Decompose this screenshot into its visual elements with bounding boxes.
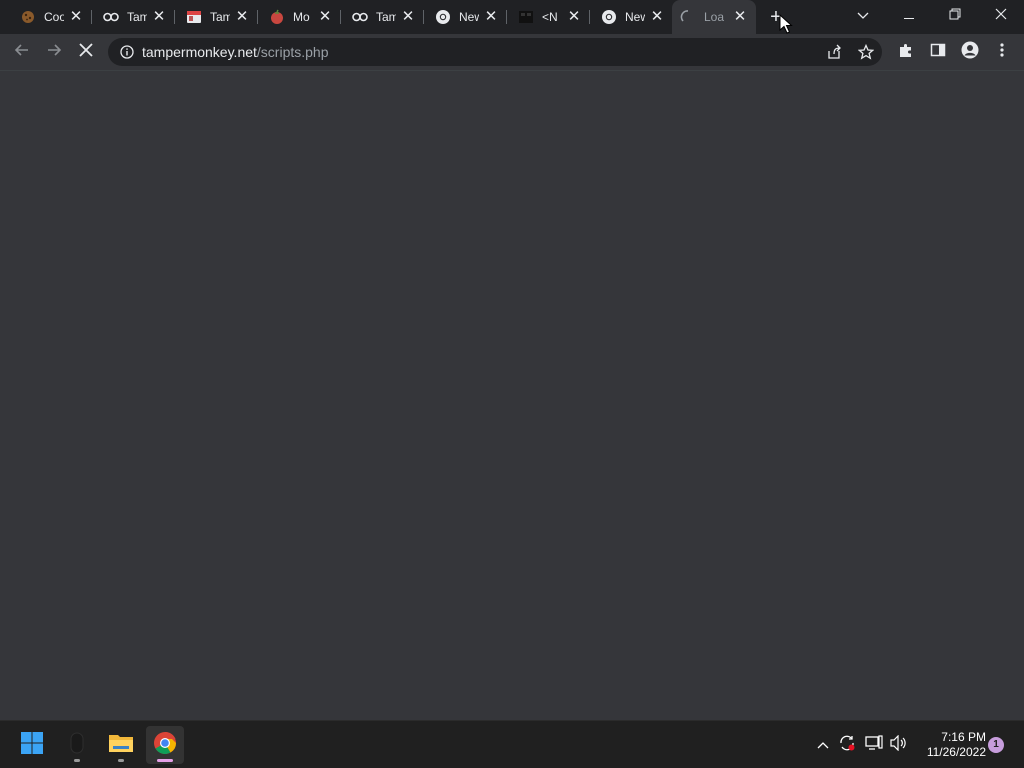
taskbar-app-file-explorer[interactable] <box>102 726 140 764</box>
tab-title: New <box>459 10 479 24</box>
page-content <box>0 71 1024 720</box>
restore-button[interactable] <box>932 0 978 30</box>
active-indicator <box>157 759 173 762</box>
chevron-down-icon <box>857 7 869 23</box>
tab-title: New <box>625 10 645 24</box>
tab-close-button[interactable]: ✕ <box>733 9 747 24</box>
tray-overflow-button[interactable] <box>814 736 832 754</box>
mouse-cursor-icon <box>779 13 793 34</box>
tab-title: Mo <box>293 10 310 24</box>
profile-button[interactable] <box>956 38 984 66</box>
tampermonkey-store-icon <box>186 9 202 25</box>
windows-taskbar: 7:16 PM 11/26/2022 <box>0 720 1024 768</box>
mouse-app-icon <box>69 732 85 759</box>
tab-close-button[interactable]: ✕ <box>484 9 498 24</box>
tab-search-button[interactable] <box>840 0 886 30</box>
tab-title: Tam <box>376 10 396 24</box>
loading-spinner-icon <box>680 9 696 25</box>
volume-icon <box>890 734 908 756</box>
tab-3[interactable]: Tam ✕ <box>166 0 249 34</box>
tab-5[interactable]: Tam ✕ <box>332 0 415 34</box>
kebab-menu-icon <box>1000 42 1004 63</box>
star-icon[interactable] <box>856 42 876 62</box>
back-button[interactable] <box>8 38 36 66</box>
tab-8[interactable]: New ✕ <box>581 0 664 34</box>
tab-2[interactable]: Tam ✕ <box>83 0 166 34</box>
extensions-button[interactable] <box>892 38 920 66</box>
tab-7[interactable]: <N ✕ <box>498 0 581 34</box>
tab-title: Load <box>704 10 724 24</box>
tab-close-button[interactable]: ✕ <box>401 9 415 24</box>
url-host: tampermonkey.net <box>142 44 257 60</box>
dark-square-icon <box>518 9 534 25</box>
tab-close-button[interactable]: ✕ <box>318 9 332 24</box>
share-icon[interactable] <box>824 42 844 62</box>
stop-loading-icon <box>79 42 93 62</box>
url-path: /scripts.php <box>256 44 329 60</box>
tab-close-button[interactable]: ✕ <box>650 9 664 24</box>
tab-strip: Coo ✕ Tam ✕ Tam ✕ Mo ✕ Tam ✕ New ✕ <N ✕ … <box>0 0 1024 34</box>
start-button[interactable] <box>13 726 51 764</box>
tab-close-button[interactable]: ✕ <box>69 9 83 24</box>
tab-title: Tam <box>210 10 230 24</box>
tomato-icon <box>269 9 285 25</box>
browser-toolbar: tampermonkey.net/scripts.php <box>0 34 1024 71</box>
tray-sync-button[interactable] <box>838 734 856 757</box>
sync-icon <box>838 734 856 757</box>
tray-network-button[interactable] <box>865 734 883 756</box>
tab-1[interactable]: Coo ✕ <box>0 0 83 34</box>
minimize-button[interactable] <box>886 0 932 30</box>
clock-date: 11/26/2022 <box>926 745 986 759</box>
tab-close-button[interactable]: ✕ <box>235 9 249 24</box>
tray-volume-button[interactable] <box>890 734 908 756</box>
tab-title: Coo <box>44 10 64 24</box>
profile-icon <box>961 41 979 64</box>
tab-9-active[interactable]: Load ✕ <box>672 0 756 34</box>
taskbar-app-chrome[interactable] <box>146 726 184 764</box>
tab-close-button[interactable]: ✕ <box>567 9 581 24</box>
forward-button[interactable] <box>40 38 68 66</box>
tampermonkey-icon <box>352 9 368 25</box>
restore-icon <box>949 7 961 23</box>
windows-start-icon <box>20 731 44 760</box>
taskbar-clock[interactable]: 7:16 PM 11/26/2022 <box>916 730 986 760</box>
tampermonkey-icon <box>103 9 119 25</box>
side-panel-icon <box>930 42 946 63</box>
window-close-button[interactable] <box>978 0 1024 30</box>
minimize-icon <box>903 7 915 23</box>
chrome-icon <box>601 9 617 25</box>
tab-6[interactable]: New ✕ <box>415 0 498 34</box>
tab-close-button[interactable]: ✕ <box>152 9 166 24</box>
close-icon <box>995 7 1007 23</box>
running-indicator <box>118 759 124 762</box>
back-arrow-icon <box>14 42 30 63</box>
tab-title: <N <box>542 10 558 24</box>
notification-badge[interactable]: 1 <box>988 737 1004 753</box>
side-panel-button[interactable] <box>924 38 952 66</box>
forward-arrow-icon <box>46 42 62 63</box>
stop-loading-button[interactable] <box>72 38 100 66</box>
network-icon <box>865 734 883 756</box>
tab-4[interactable]: Mo ✕ <box>249 0 332 34</box>
chrome-icon <box>153 731 177 760</box>
chrome-menu-button[interactable] <box>988 38 1016 66</box>
taskbar-app-mouse[interactable] <box>58 726 96 764</box>
address-bar[interactable]: tampermonkey.net/scripts.php <box>108 38 882 66</box>
clock-time: 7:16 PM <box>941 730 986 744</box>
chrome-icon <box>435 9 451 25</box>
url-text: tampermonkey.net/scripts.php <box>142 44 329 60</box>
tab-title: Tam <box>127 10 147 24</box>
cookie-icon <box>20 9 36 25</box>
chevron-up-icon <box>817 736 829 754</box>
folder-icon <box>108 732 134 759</box>
puzzle-icon <box>898 42 914 63</box>
info-icon[interactable] <box>120 45 134 59</box>
running-indicator <box>74 759 80 762</box>
